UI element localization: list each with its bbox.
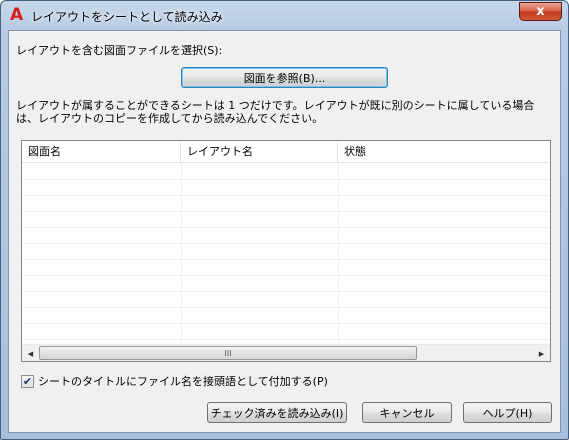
prefix-filename-label: シートのタイトルにファイル名を接頭語として付加する(P): [38, 375, 328, 388]
autocad-logo-icon: A: [10, 5, 24, 25]
column-header-layout-name[interactable]: レイアウト名: [181, 141, 338, 163]
horizontal-scrollbar[interactable]: ◀ III ▶: [22, 344, 550, 361]
table-row: [22, 212, 550, 228]
cancel-button[interactable]: キャンセル: [362, 402, 452, 423]
column-header-drawing-name[interactable]: 図面名: [22, 141, 181, 163]
table-row: [22, 244, 550, 260]
scroll-left-icon[interactable]: ◀: [22, 345, 39, 361]
table-row: [22, 228, 550, 244]
prefix-filename-checkbox[interactable]: ✔: [21, 374, 34, 388]
table-row: [22, 276, 550, 292]
close-button[interactable]: x: [519, 2, 562, 21]
scroll-right-icon[interactable]: ▶: [533, 345, 550, 361]
close-icon: x: [536, 4, 545, 19]
load-checked-button[interactable]: チェック済みを読み込み(I): [207, 402, 347, 423]
table-body: [22, 164, 550, 344]
window-title: レイアウトをシートとして読み込み: [31, 10, 223, 24]
table-row: [22, 308, 550, 324]
help-button[interactable]: ヘルプ(H): [463, 402, 552, 423]
table-row: [22, 196, 550, 212]
table-row: [22, 292, 550, 308]
table-row: [22, 260, 550, 276]
table-row: [22, 164, 550, 180]
browse-drawing-button[interactable]: 図面を参照(B)...: [181, 67, 388, 88]
table-row: [22, 180, 550, 196]
checkmark-icon: ✔: [22, 374, 33, 388]
column-divider: [338, 164, 339, 344]
prefix-filename-option[interactable]: ✔ シートのタイトルにファイル名を接頭語として付加する(P): [21, 373, 328, 389]
dialog-window: A レイアウトをシートとして読み込み x レイアウトを含む図面ファイルを選択(S…: [0, 0, 569, 440]
grip-icon: III: [224, 348, 232, 358]
dialog-client-area: レイアウトを含む図面ファイルを選択(S): 図面を参照(B)... レイアウトが…: [8, 30, 561, 433]
column-divider: [181, 164, 182, 344]
title-bar[interactable]: A レイアウトをシートとして読み込み x: [1, 1, 568, 31]
scrollbar-thumb[interactable]: III: [39, 346, 417, 360]
column-header-status[interactable]: 状態: [338, 141, 550, 163]
select-drawing-label: レイアウトを含む図面ファイルを選択(S):: [16, 44, 223, 57]
layout-list-table[interactable]: 図面名 レイアウト名 状態 ◀ III ▶: [21, 140, 551, 362]
table-header: 図面名 レイアウト名 状態: [22, 141, 550, 163]
table-row: [22, 324, 550, 340]
info-text: レイアウトが属することができるシートは 1 つだけです。レイアウトが既に別のシー…: [16, 99, 535, 125]
